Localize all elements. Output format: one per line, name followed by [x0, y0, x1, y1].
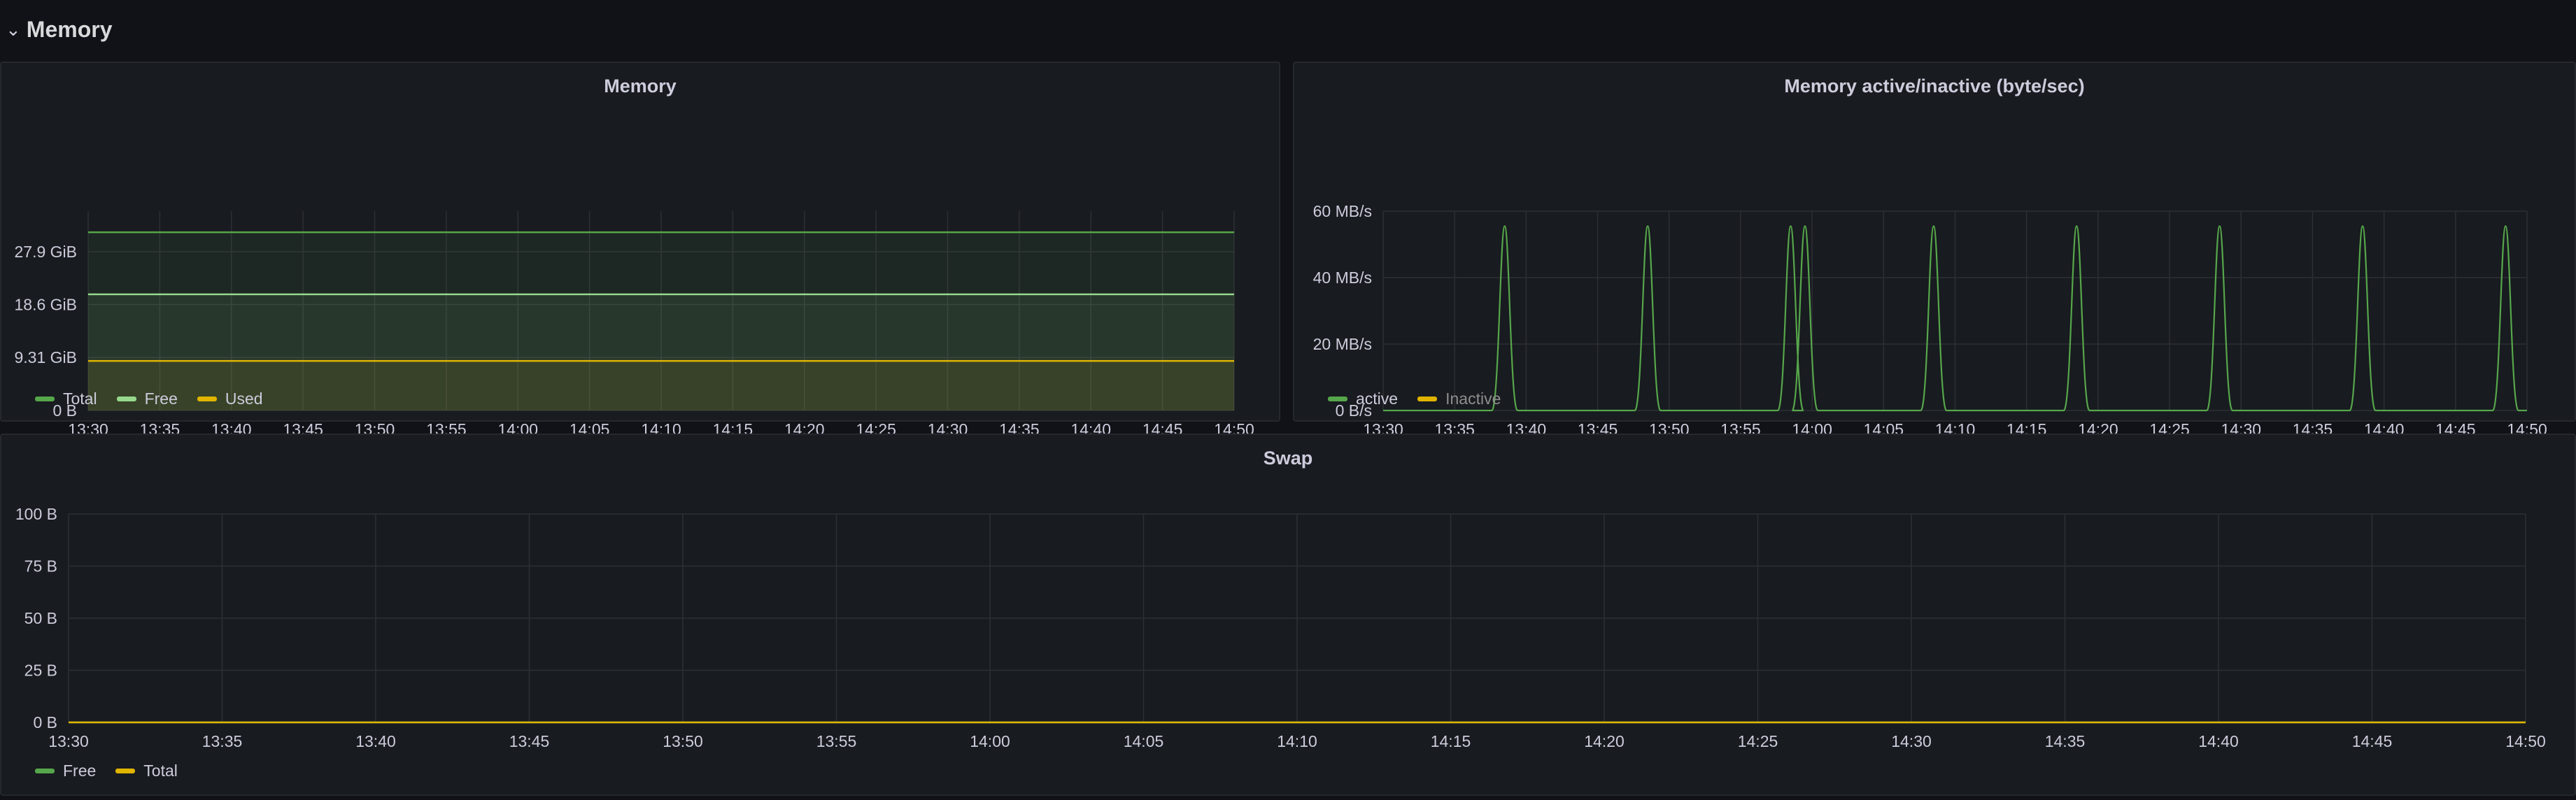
legend-label: Total — [63, 390, 97, 408]
legend: Total Free Used — [35, 390, 263, 408]
panel-memory-active-inactive[interactable]: Memory active/inactive (byte/sec) 0 B/s 2… — [1293, 62, 2576, 438]
y-tick-label: 18.6 GiB — [15, 296, 78, 314]
y-tick-label: 100 B — [15, 505, 57, 523]
legend-swatch — [197, 397, 217, 401]
x-tick-label: 14:40 — [2198, 732, 2239, 750]
legend-label: Used — [225, 390, 263, 408]
legend-item-free[interactable]: Free — [116, 390, 178, 408]
x-tick-label: 14:45 — [2352, 732, 2393, 750]
y-tick-label: 75 B — [24, 557, 57, 576]
legend-item-total[interactable]: Total — [35, 390, 97, 408]
legend: Free Total — [35, 762, 178, 780]
y-tick-label: 20 MB/s — [1313, 335, 1372, 353]
memory-chart: 0 B9.31 GiB18.6 GiB27.9 GiB13:30 13:35 13:… — [15, 211, 1254, 438]
legend-item-free[interactable]: Free — [35, 762, 96, 780]
x-tick-label: 14:30 — [1891, 732, 1932, 750]
legend-item-used[interactable]: Used — [197, 390, 263, 408]
chevron-down-icon[interactable]: ⌄ — [6, 19, 21, 41]
x-tick-label: 13:35 — [202, 732, 243, 750]
legend-label: Total — [143, 762, 178, 780]
y-tick-label: 50 B — [24, 609, 57, 627]
legend-swatch — [35, 769, 55, 773]
x-tick-label: 13:30 — [48, 732, 89, 750]
y-tick-label: 40 MB/s — [1313, 269, 1372, 287]
legend-swatch — [116, 397, 136, 401]
x-tick-label: 14:10 — [1277, 732, 1317, 750]
legend-label: active — [1356, 390, 1399, 408]
y-tick-label: 27.9 GiB — [15, 243, 78, 261]
panel-memory[interactable]: Memory 0 B 9.31 GiB 18.6 GiB 27.9 GiB 13:30 1… — [0, 62, 1280, 438]
x-tick-label: 14:00 — [970, 732, 1010, 750]
legend-item-inactive[interactable]: Inactive — [1417, 390, 1501, 408]
x-tick-label: 13:55 — [816, 732, 857, 750]
x-tick-label: 14:50 — [2505, 732, 2546, 750]
legend-item-total[interactable]: Total — [115, 762, 178, 780]
legend-label: Free — [63, 762, 97, 780]
legend-swatch — [1417, 397, 1438, 401]
row-header-memory[interactable]: ⌄ Memory — [0, 0, 2576, 59]
x-tick-label: 14:35 — [2045, 732, 2086, 750]
x-tick-label: 14:15 — [1431, 732, 1471, 750]
legend-label: Inactive — [1445, 390, 1501, 408]
x-tick-label: 14:20 — [1584, 732, 1625, 750]
y-tick-label: 9.31 GiB — [15, 348, 78, 366]
swap-chart: 0 B 25 B 50 B 75 B 100 B 13:30 13:35 13:40 13:45… — [15, 505, 2546, 750]
panel-swap[interactable]: Swap 0 B 25 B 50 B 75 B 100 B 13:30 13:35 13:40… — [0, 434, 2576, 796]
legend-label: Free — [144, 390, 178, 408]
legend-swatch — [1328, 397, 1347, 401]
y-tick-label: 25 B — [24, 662, 57, 680]
legend-item-active[interactable]: active — [1328, 390, 1398, 408]
legend: active Inactive — [1328, 390, 1501, 408]
x-tick-label: 14:05 — [1124, 732, 1164, 750]
x-tick-label: 14:25 — [1738, 732, 1778, 750]
memory-active-chart: 0 B/s20 MB/s40 MB/s60 MB/s13:30 13:35 13:4… — [1313, 202, 2547, 438]
legend-swatch — [35, 397, 55, 401]
x-tick-label: 13:50 — [663, 732, 703, 750]
y-tick-label: 0 B — [33, 713, 57, 731]
x-tick-label: 13:40 — [355, 732, 396, 750]
legend-swatch — [115, 769, 136, 773]
y-tick-label: 60 MB/s — [1313, 202, 1372, 220]
row-title: Memory — [26, 16, 113, 42]
x-tick-label: 13:45 — [509, 732, 550, 750]
